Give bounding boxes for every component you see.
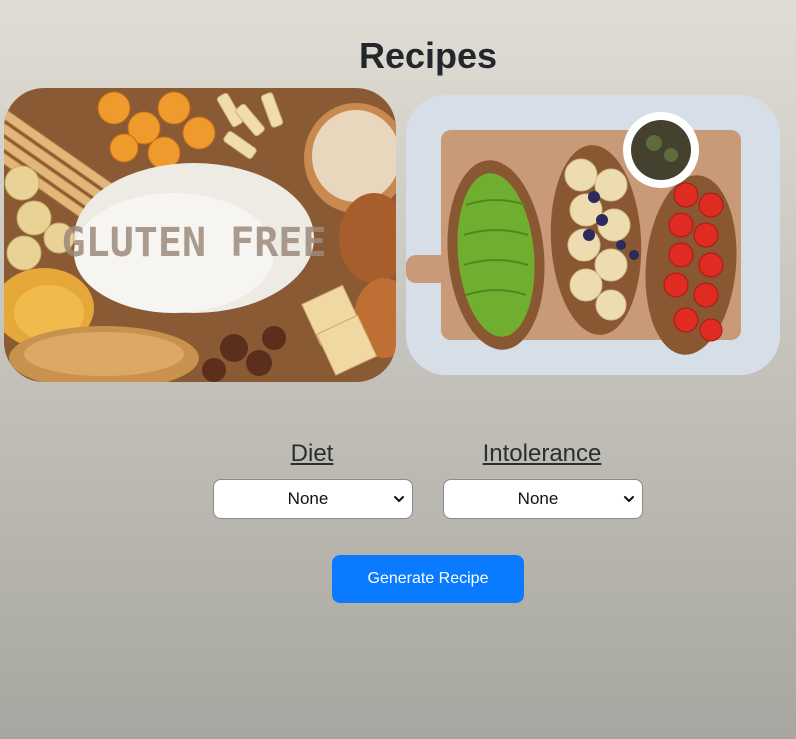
intolerance-label: Intolerance [482, 440, 602, 467]
page-title: Recipes [358, 35, 498, 76]
intolerance-select[interactable]: None [443, 479, 643, 519]
avocado-banana-tomato-toasts-photo [406, 95, 780, 375]
intolerance-select-value: None [517, 489, 559, 508]
gluten-free-foods-photo: GLUTEN FREE [4, 88, 396, 382]
chevron-down-icon [624, 496, 634, 502]
gluten-free-text: GLUTEN FREE [62, 220, 327, 266]
diet-label: Diet [290, 440, 334, 467]
diet-select-value: None [287, 489, 329, 508]
diet-select[interactable]: None [213, 479, 413, 519]
chevron-down-icon [394, 496, 404, 502]
generate-recipe-button[interactable]: Generate Recipe [332, 555, 524, 603]
